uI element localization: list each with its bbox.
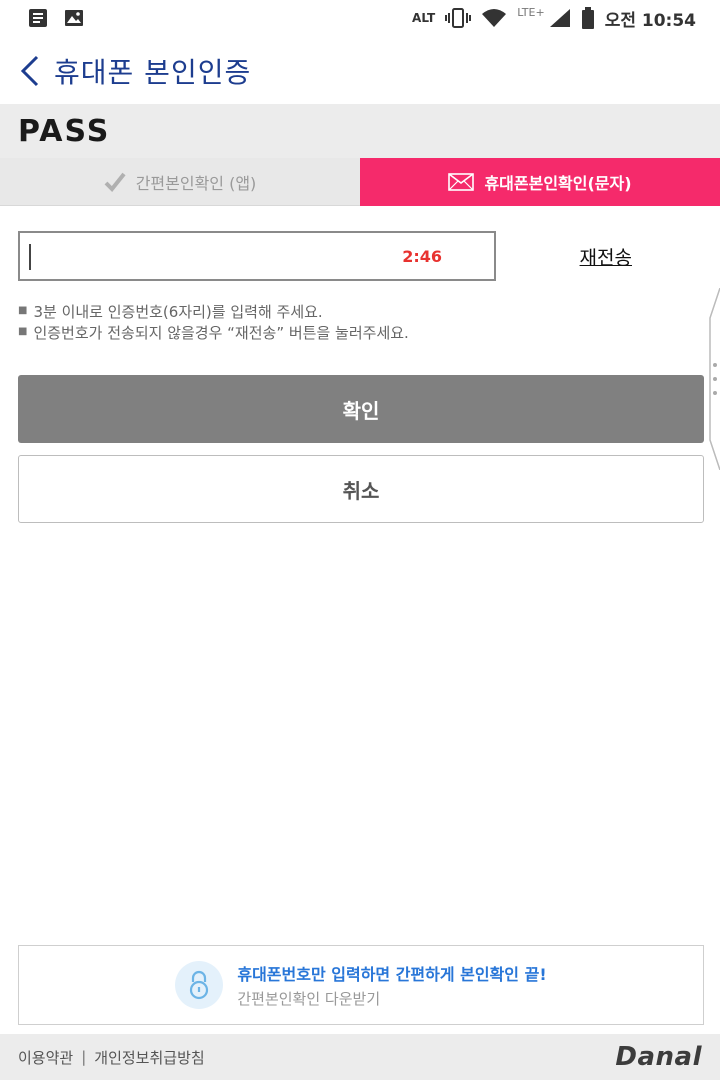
verification-code-row: 2:46 재전송 bbox=[18, 230, 702, 282]
checkmark-icon bbox=[104, 172, 126, 192]
note-text: 3분 이내로 인증번호(6자리)를 입력해 주세요. bbox=[33, 303, 323, 321]
status-indicators: ALT LTE+ 오전 10:54 bbox=[412, 6, 696, 31]
message-notification-icon bbox=[29, 9, 47, 27]
text-cursor bbox=[29, 244, 31, 270]
confirm-button[interactable]: 확인 bbox=[18, 375, 704, 443]
promo-text: 휴대폰번호만 입력하면 간편하게 본인확인 끝! 간편본인확인 다운받기 bbox=[237, 961, 546, 1009]
auth-method-tabs: 간편본인확인 (앱) 휴대폰본인확인(문자) bbox=[0, 158, 720, 206]
instruction-notes: ■ 3분 이내로 인증번호(6자리)를 입력해 주세요. ■ 인증번호가 전송되… bbox=[18, 302, 409, 344]
tab-app-label: 간편본인확인 (앱) bbox=[135, 173, 257, 193]
verification-code-field-wrapper: 2:46 bbox=[18, 231, 496, 281]
note-text: 인증번호가 전송되지 않을경우 “재전송” 버튼을 눌러주세요. bbox=[33, 324, 409, 342]
battery-icon bbox=[581, 7, 594, 29]
tab-sms-label: 휴대폰본인확인(문자) bbox=[484, 174, 632, 193]
wifi-icon bbox=[482, 9, 507, 27]
vibrate-icon bbox=[445, 8, 472, 28]
note-item: ■ 인증번호가 전송되지 않을경우 “재전송” 버튼을 눌러주세요. bbox=[18, 323, 409, 344]
cancel-button[interactable]: 취소 bbox=[18, 455, 704, 523]
clock: 오전 10:54 bbox=[604, 10, 696, 31]
pass-brand-bar: PASS bbox=[0, 104, 720, 158]
promo-download-link: 간편본인확인 다운받기 bbox=[237, 990, 381, 1008]
bullet-icon: ■ bbox=[18, 326, 28, 337]
promo-headline: 휴대폰번호만 입력하면 간편하게 본인확인 끝! bbox=[237, 965, 547, 984]
envelope-icon bbox=[448, 173, 475, 191]
pass-app-promo-banner[interactable]: 휴대폰번호만 입력하면 간편하게 본인확인 끝! 간편본인확인 다운받기 bbox=[18, 945, 704, 1025]
status-bar: ALT LTE+ 오전 10:54 bbox=[0, 0, 720, 36]
resend-button[interactable]: 재전송 bbox=[580, 243, 632, 270]
chevron-left-icon bbox=[20, 55, 39, 87]
footer-separator: | bbox=[81, 1048, 87, 1066]
status-notifications bbox=[28, 8, 84, 28]
terms-link[interactable]: 이용약관 bbox=[18, 1047, 73, 1068]
privacy-policy-link[interactable]: 개인정보취급방침 bbox=[94, 1047, 204, 1068]
lock-icon bbox=[175, 961, 224, 1009]
app-header: 휴대폰 본인인증 bbox=[0, 38, 720, 104]
danal-logo: Danal bbox=[615, 1042, 702, 1072]
bullet-icon: ■ bbox=[18, 305, 28, 316]
tab-sms-verification[interactable]: 휴대폰본인확인(문자) bbox=[360, 158, 720, 206]
countdown-timer: 2:46 bbox=[402, 247, 442, 266]
signal-icon bbox=[549, 9, 570, 27]
page-title: 휴대폰 본인인증 bbox=[54, 56, 252, 89]
tab-app-verification[interactable]: 간편본인확인 (앱) bbox=[0, 158, 360, 206]
back-button[interactable] bbox=[14, 51, 46, 91]
alt-label: ALT bbox=[412, 11, 436, 25]
note-item: ■ 3분 이내로 인증번호(6자리)를 입력해 주세요. bbox=[18, 302, 409, 323]
pass-logo: PASS bbox=[18, 113, 111, 149]
carrier-label: LTE+ bbox=[517, 5, 545, 19]
image-notification-icon bbox=[65, 10, 83, 26]
footer: 이용약관 | 개인정보취급방침 Danal bbox=[0, 1034, 720, 1080]
edge-panel-handle[interactable] bbox=[706, 288, 720, 470]
